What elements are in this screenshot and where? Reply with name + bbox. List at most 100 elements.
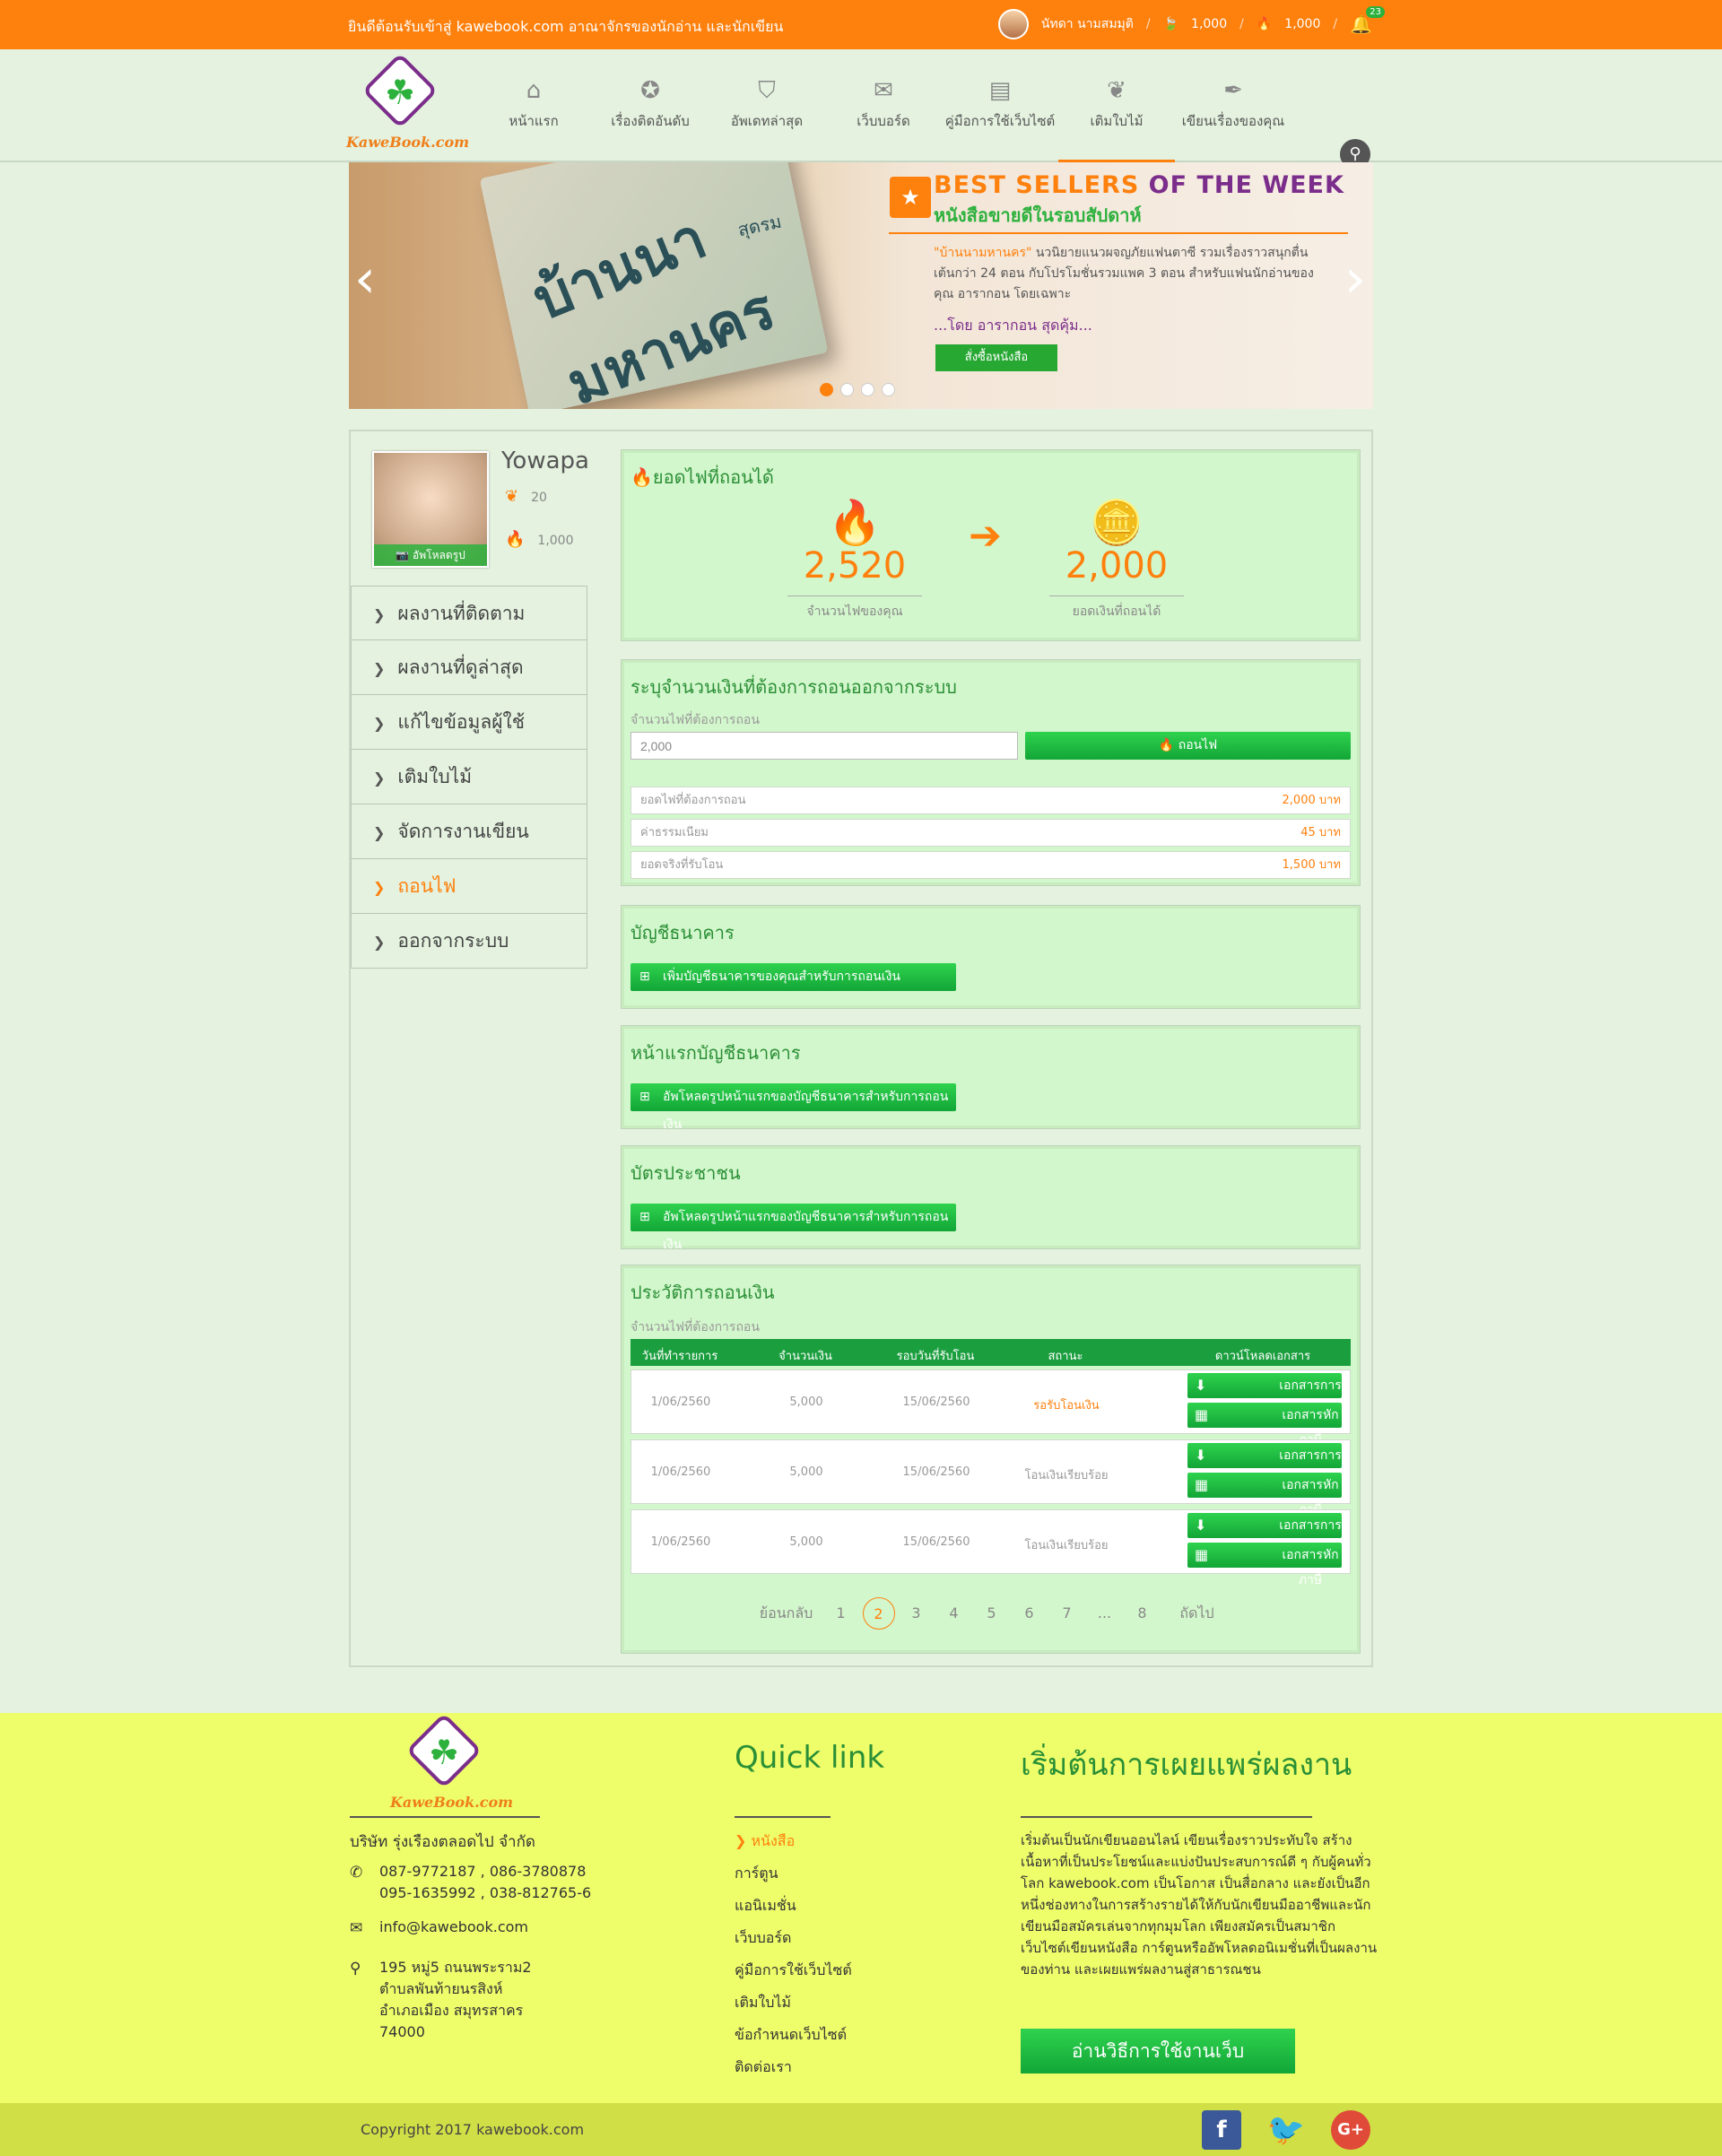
footer-link[interactable]: เว็บบอร์ด: [735, 1927, 791, 1950]
money-amount: 2,000: [1065, 545, 1169, 587]
footer-link[interactable]: การ์ตูน: [735, 1863, 778, 1885]
payment-doc-button[interactable]: ⬇เอกสารการใบชำระเงิน: [1187, 1443, 1342, 1488]
summary-value: 2,000 บาท: [1282, 794, 1341, 807]
summary-row: ยอดจริงที่รับโอน 1,500 บาท: [631, 851, 1351, 879]
tax-doc-button[interactable]: ▦เอกสารหักภาษี: [1187, 1473, 1342, 1517]
nav-home[interactable]: ⌂ หน้าแรก: [475, 74, 592, 162]
google-plus-icon[interactable]: G+: [1331, 2110, 1370, 2150]
sidebar-item-recent[interactable]: ❯ ผลงานที่ดูล่าสุด: [351, 640, 587, 695]
pager-page[interactable]: 8: [1124, 1597, 1161, 1630]
nav-label: อัพเดทล่าสุด: [730, 113, 804, 129]
banner-carousel: บ้านนามหานคร สุดรม ‹ › ★ BEST SELLERS OF…: [349, 162, 1373, 409]
book-cover-title: บ้านนามหานคร: [524, 204, 785, 409]
email[interactable]: info@kawebook.com: [379, 1917, 528, 1938]
carousel-dot[interactable]: [840, 383, 854, 396]
footer-link[interactable]: ❯ หนังสือ: [735, 1830, 795, 1853]
chevron-right-icon[interactable]: ›: [1344, 248, 1366, 310]
read-guide-button[interactable]: อ่านวิธีการใช้งานเว็บ: [1021, 2029, 1295, 2073]
footer-link[interactable]: แอนิเมชั่น: [735, 1895, 796, 1917]
pager-prev[interactable]: ย้อนกลับ: [751, 1597, 822, 1630]
carousel-dot[interactable]: [861, 383, 874, 396]
upload-photo-button[interactable]: 📷 อัพโหลดรูป: [374, 544, 487, 566]
tax-doc-button[interactable]: ▦เอกสารหักภาษี: [1187, 1543, 1342, 1587]
footer-link[interactable]: ข้อกำหนดเว็บไซต์: [735, 2024, 847, 2047]
payment-doc-button[interactable]: ⬇เอกสารการใบชำระเงิน: [1187, 1513, 1342, 1558]
table-row: 1/06/2560 5,000 15/06/2560 โอนเงินเรียบร…: [631, 1439, 1351, 1517]
nav-label: เว็บบอร์ด: [857, 113, 910, 129]
banner-author: ...โดย อารากอน สุดคุ้ม...: [934, 317, 1092, 334]
nav-webboard[interactable]: ✉ เว็บบอร์ด: [825, 74, 942, 162]
pager-page[interactable]: 4: [935, 1597, 973, 1630]
pager-page[interactable]: 6: [1011, 1597, 1048, 1630]
card-title: หน้าแรกบัญชีธนาคาร: [631, 1042, 801, 1064]
ribbon-icon: ✪: [640, 77, 660, 104]
profile-photo[interactable]: 📷 อัพโหลดรูป: [372, 451, 489, 568]
book-cover: บ้านนามหานคร สุดรม: [479, 162, 829, 409]
nav-ranking[interactable]: ✪ เรื่องติดอันดับ: [592, 74, 709, 162]
arrow-right-icon: ➔: [969, 513, 1002, 559]
pager-page[interactable]: 3: [898, 1597, 935, 1630]
sidebar-item-topup[interactable]: ❯ เติมใบไม้: [351, 750, 587, 804]
payment-doc-button[interactable]: ⬇เอกสารการใบชำระเงิน: [1187, 1373, 1342, 1418]
column-header: สถานะ: [1048, 1350, 1083, 1363]
pager-page[interactable]: 7: [1048, 1597, 1086, 1630]
footer-link[interactable]: ติดต่อเรา: [735, 2056, 792, 2079]
pager-page[interactable]: 1: [822, 1597, 860, 1630]
nav-latest[interactable]: ⛉ อัพเดทล่าสุด: [709, 74, 825, 162]
withdraw-amount-input[interactable]: [631, 732, 1018, 760]
nav-manual[interactable]: ▤ คู่มือการใช้เว็บไซต์: [942, 74, 1058, 162]
table-header: วันที่ทำรายการ จำนวนเงิน รอบวันที่รับโอน…: [631, 1339, 1351, 1366]
logo[interactable]: ☘ KaweBook.com: [346, 52, 469, 161]
upload-id-card-button[interactable]: ⊞ อัพโหลดรูปหน้าแรกของบัญชีธนาคารสำหรับกา…: [631, 1204, 956, 1252]
sidebar-item-withdraw[interactable]: ❯ ถอนไฟ: [351, 859, 587, 914]
publish-description: เริ่มต้นเป็นนักเขียนออนไลน์ เขียนเรื่องร…: [1021, 1832, 1378, 1978]
facebook-icon[interactable]: f: [1202, 2110, 1241, 2150]
carousel-dot[interactable]: [882, 383, 895, 396]
profile-leaves: ❦ 20: [505, 487, 547, 506]
nav-label: เขียนเรื่องของคุณ: [1181, 113, 1285, 129]
upload-bank-front-button[interactable]: ⊞ อัพโหลดรูปหน้าแรกของบัญชีธนาคารสำหรับกา…: [631, 1083, 956, 1132]
avatar[interactable]: [997, 9, 1029, 39]
chevron-left-icon[interactable]: ‹: [354, 248, 376, 310]
summary-row: ยอดไฟที่ต้องการถอน 2,000 บาท: [631, 787, 1351, 814]
plus-icon: ⊞: [639, 1210, 650, 1224]
divider: [735, 1816, 831, 1818]
bell-icon[interactable]: 🔔 23: [1350, 6, 1385, 35]
tax-doc-button[interactable]: ▦เอกสารหักภาษี: [1187, 1403, 1342, 1447]
history-card: ประวัติการถอนเงิน จำนวนไฟที่ต้องการถอน ว…: [621, 1265, 1361, 1654]
row-status: โอนเงินเรียบร้อย: [1024, 1469, 1109, 1482]
sidebar-item-logout[interactable]: ❯ ออกจากระบบ: [351, 914, 587, 969]
add-bank-button[interactable]: ⊞ เพิ่มบัญชีธนาคารของคุณสำหรับการถอนเงิน: [631, 963, 956, 991]
upload-id-label: อัพโหลดรูปหน้าแรกของบัญชีธนาคารสำหรับการ…: [663, 1210, 949, 1252]
sidebar-item-label: จัดการงานเขียน: [397, 821, 529, 842]
copyright-text: Copyright 2017 kawebook.com: [361, 2121, 585, 2138]
nav-topup[interactable]: ❦ เติมใบไม้: [1058, 74, 1175, 162]
pager-next[interactable]: ถัดไป: [1161, 1597, 1233, 1630]
top-bar: ยินดีต้อนรับเข้าสู่ kawebook.com อาณาจัก…: [0, 0, 1722, 49]
twitter-icon[interactable]: 🐦: [1266, 2110, 1306, 2150]
summary-value: 1,500 บาท: [1282, 858, 1341, 872]
username[interactable]: นัทดา นามสมมุติ: [1041, 14, 1134, 34]
pager-page-current[interactable]: 2: [862, 1597, 895, 1630]
nav-write[interactable]: ✒ เขียนเรื่องของคุณ: [1175, 74, 1292, 162]
sidebar-item-manage-writing[interactable]: ❯ จัดการงานเขียน: [351, 804, 587, 859]
withdraw-button[interactable]: 🔥 ถอนไฟ: [1025, 732, 1351, 760]
sidebar-item-edit-profile[interactable]: ❯ แก้ไขข้อมูลผู้ใช้: [351, 695, 587, 750]
footer-logo[interactable]: ☘ KaweBook.com: [377, 1712, 513, 1821]
row-round: 15/06/2560: [902, 1535, 970, 1549]
summary-row: ค่าธรรมเนียม 45 บาท: [631, 819, 1351, 847]
card-title: บัตรประชาชน: [631, 1162, 741, 1184]
footer-link[interactable]: เติมใบไม้: [735, 1992, 791, 2014]
pager-page[interactable]: 5: [973, 1597, 1011, 1630]
column-header: จำนวนเงิน: [778, 1350, 832, 1363]
sidebar-item-following[interactable]: ❯ ผลงานที่ติดตาม: [351, 586, 587, 640]
buy-book-button[interactable]: สั่งซื้อหนังสือ: [935, 344, 1057, 371]
leaf-count: 1,000: [1191, 17, 1228, 31]
fire-icon: 🔥: [828, 498, 882, 548]
divider: /: [1333, 17, 1338, 31]
footer-link[interactable]: คู่มือการใช้เว็บไซต์: [735, 1960, 852, 1982]
chevron-right-icon: ❯: [373, 824, 386, 841]
carousel-dot[interactable]: [820, 383, 833, 396]
summary-label: ค่าธรรมเนียม: [640, 826, 709, 839]
card-title: ระบุจำนวนเงินที่ต้องการถอนออกจากระบบ: [631, 676, 957, 698]
